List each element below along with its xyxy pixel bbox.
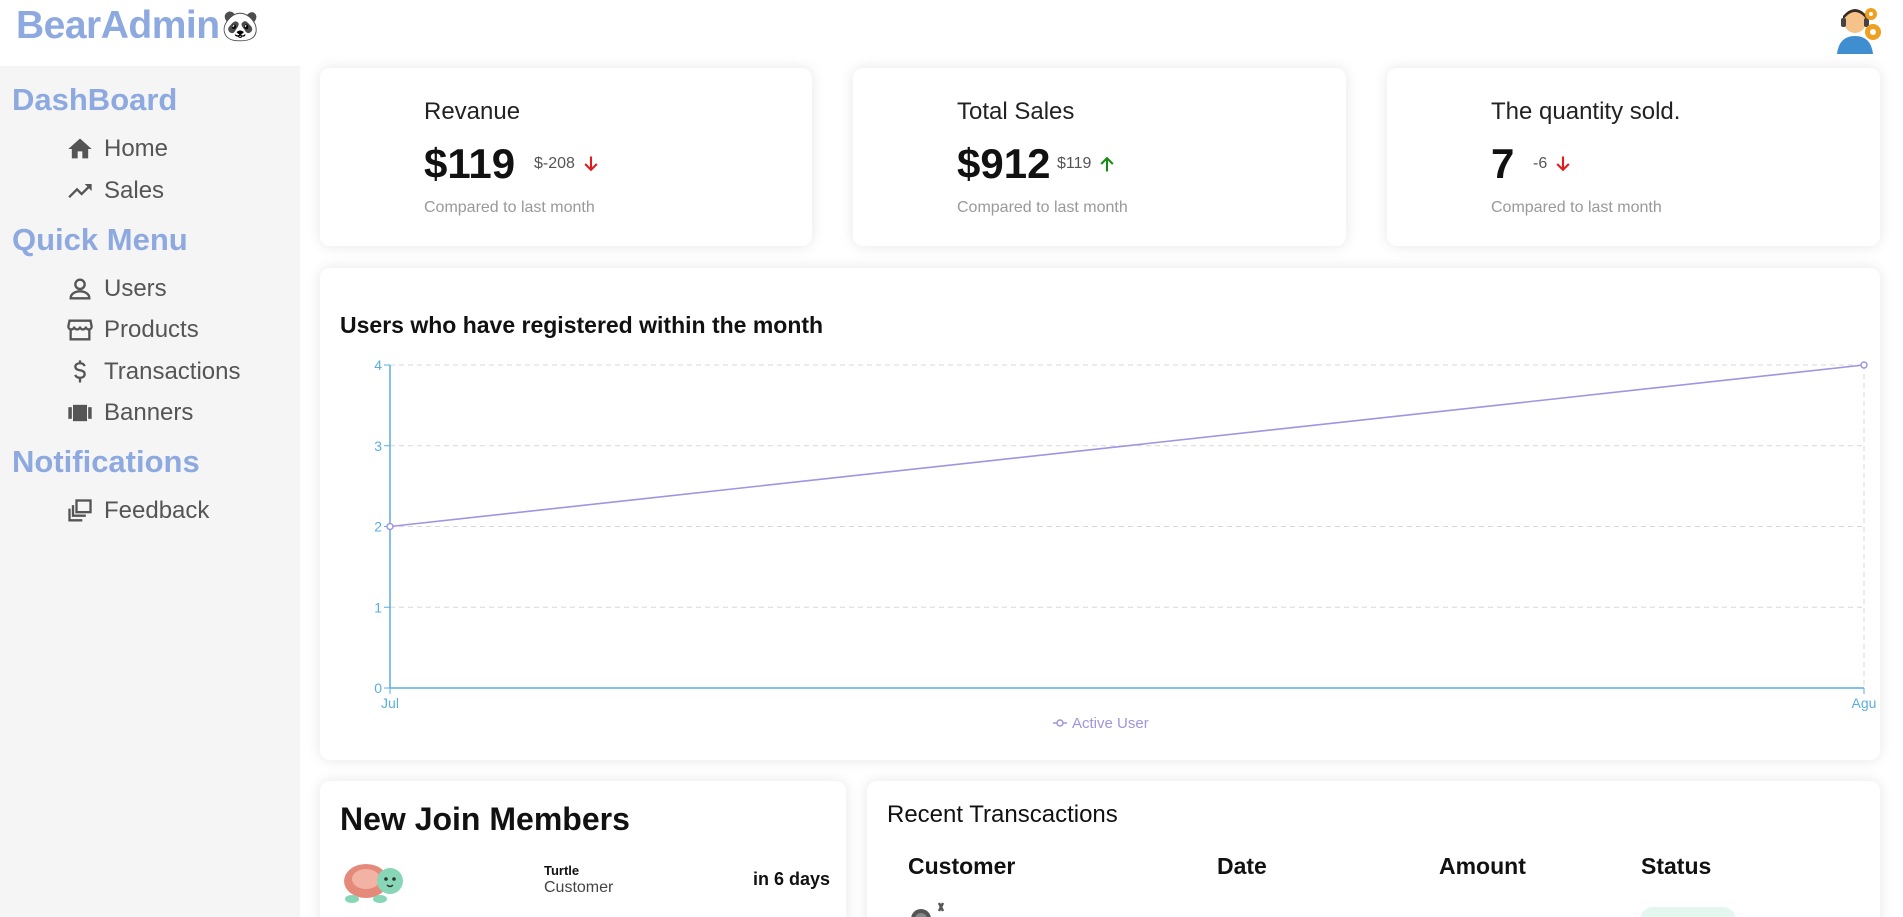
app-logo[interactable]: BearAdmin 🐼 xyxy=(16,4,259,48)
sidebar-item-home[interactable]: Home xyxy=(66,132,168,166)
section-notifications: Notifications xyxy=(12,444,200,479)
chart-card: Users who have registered within the mon… xyxy=(320,268,1880,760)
transactions-card: Recent Transcactions Customer Date Amoun… xyxy=(867,781,1880,917)
column-header-status: Status xyxy=(1641,853,1712,879)
storefront-icon xyxy=(67,319,93,341)
stat-delta-value: $119 xyxy=(1057,155,1092,172)
user-icon xyxy=(69,278,91,300)
logo-text: BearAdmin xyxy=(16,4,220,47)
home-icon xyxy=(68,138,92,159)
sidebar-item-label: Banners xyxy=(104,399,194,426)
stat-value: $912 xyxy=(957,140,1051,187)
arrow-down-icon xyxy=(584,156,598,172)
y-tick-label: 1 xyxy=(374,599,382,615)
stat-title: The quantity sold. xyxy=(1491,98,1681,125)
member-name: Turtle xyxy=(544,863,580,878)
user-avatar[interactable] xyxy=(1831,2,1883,54)
stat-subtitle: Compared to last month xyxy=(1491,199,1662,216)
transactions-title: Recent Transcactions xyxy=(887,801,1118,828)
legend-label: Active User xyxy=(1072,715,1149,732)
sidebar-item-label: Transactions xyxy=(104,358,241,385)
x-tick-label: Agu xyxy=(1852,695,1877,711)
banner-icon xyxy=(68,404,92,422)
stat-card-revenue: Revanue $119 $-208 Compared to last mont… xyxy=(320,68,812,246)
dollar-icon xyxy=(74,360,86,383)
stat-value: $119 xyxy=(424,140,516,187)
stat-delta: $119 xyxy=(1057,154,1117,174)
section-quick-menu: Quick Menu xyxy=(12,222,188,257)
arrow-up-icon xyxy=(1100,156,1114,172)
status-badge xyxy=(1640,907,1736,917)
stat-title: Revanue xyxy=(424,98,521,125)
sidebar-item-transactions[interactable]: Transactions xyxy=(66,355,241,389)
list-item[interactable]: Turtle Customer in 6 days xyxy=(340,857,830,907)
sidebar-item-label: Home xyxy=(104,135,169,162)
sidebar-item-products[interactable]: Products xyxy=(66,313,199,347)
stat-card-total-sales: Total Sales $912 $119 Compared to last m… xyxy=(853,68,1346,246)
member-role: Customer xyxy=(544,879,614,896)
main-content: Revanue $119 $-208 Compared to last mont… xyxy=(300,66,1903,917)
column-header-date: Date xyxy=(1217,853,1267,879)
sidebar-item-banners[interactable]: Banners xyxy=(66,396,193,430)
stat-delta: -6 xyxy=(1533,154,1573,174)
customer-avatar xyxy=(911,902,945,917)
stat-title: Total Sales xyxy=(957,98,1075,125)
sidebar-item-label: Products xyxy=(104,316,199,343)
sidebar: DashBoard Home Sales Quick Menu Users Pr… xyxy=(0,66,300,917)
sidebar-item-label: Users xyxy=(104,275,167,302)
y-tick-label: 2 xyxy=(374,519,382,535)
members-title: New Join Members xyxy=(340,801,630,837)
stat-delta: $-208 xyxy=(534,154,601,174)
column-header-amount: Amount xyxy=(1439,853,1526,879)
new-members-card: New Join Members Turtle Customer in 6 da… xyxy=(320,781,846,917)
stat-value: 7 xyxy=(1491,140,1515,187)
section-dashboard: DashBoard xyxy=(12,82,178,117)
panda-icon: 🐼 xyxy=(221,9,259,43)
column-header-customer: Customer xyxy=(908,853,1016,879)
sidebar-item-label: Feedback xyxy=(104,497,210,524)
turtle-icon xyxy=(344,864,403,903)
x-tick-label: Jul xyxy=(381,695,399,711)
line-chart: 0 1 2 3 4 Jul Agu Active User xyxy=(374,357,1877,732)
stat-delta-value: $-208 xyxy=(534,155,575,172)
arrow-down-icon xyxy=(1556,156,1570,172)
member-join-time: in 6 days xyxy=(752,869,830,889)
feedback-icon xyxy=(68,499,92,522)
stat-delta-value: -6 xyxy=(1533,155,1548,172)
stat-subtitle: Compared to last month xyxy=(957,199,1128,216)
top-bar: BearAdmin 🐼 xyxy=(0,0,1903,66)
y-tick-label: 0 xyxy=(374,680,382,696)
data-point xyxy=(386,522,394,531)
y-tick-label: 4 xyxy=(374,357,382,373)
sidebar-item-sales[interactable]: Sales xyxy=(66,174,164,208)
trending-up-icon xyxy=(68,184,92,198)
sidebar-item-users[interactable]: Users xyxy=(66,272,167,306)
y-tick-label: 3 xyxy=(374,438,382,454)
stat-card-quantity-sold: The quantity sold. 7 -6 Compared to last… xyxy=(1387,68,1880,246)
stat-subtitle: Compared to last month xyxy=(424,199,595,216)
data-point xyxy=(1860,361,1868,369)
legend-marker xyxy=(1056,719,1064,727)
sidebar-item-label: Sales xyxy=(104,177,165,204)
sidebar-item-feedback[interactable]: Feedback xyxy=(66,494,209,528)
